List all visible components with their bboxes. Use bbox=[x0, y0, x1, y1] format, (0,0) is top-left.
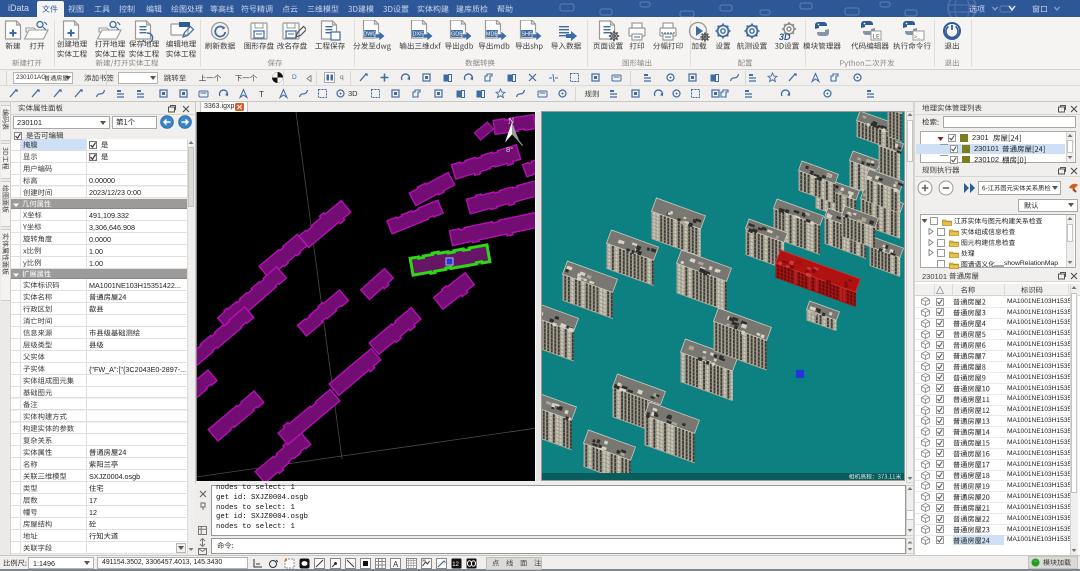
svg-text:>_: >_ bbox=[914, 35, 921, 41]
svg-text:GDB: GDB bbox=[451, 32, 463, 38]
svg-text:MDB: MDB bbox=[486, 32, 499, 38]
svg-text:12: 12 bbox=[452, 562, 459, 568]
svg-text:8°: 8° bbox=[506, 145, 513, 154]
svg-text:A: A bbox=[393, 560, 399, 569]
svg-text:SHP: SHP bbox=[521, 32, 533, 38]
svg-text:T: T bbox=[259, 90, 264, 99]
svg-text:DXF: DXF bbox=[413, 32, 425, 38]
svg-text:N: N bbox=[508, 116, 514, 126]
svg-text:3D: 3D bbox=[779, 32, 791, 42]
svg-text:LE: LE bbox=[873, 34, 881, 41]
